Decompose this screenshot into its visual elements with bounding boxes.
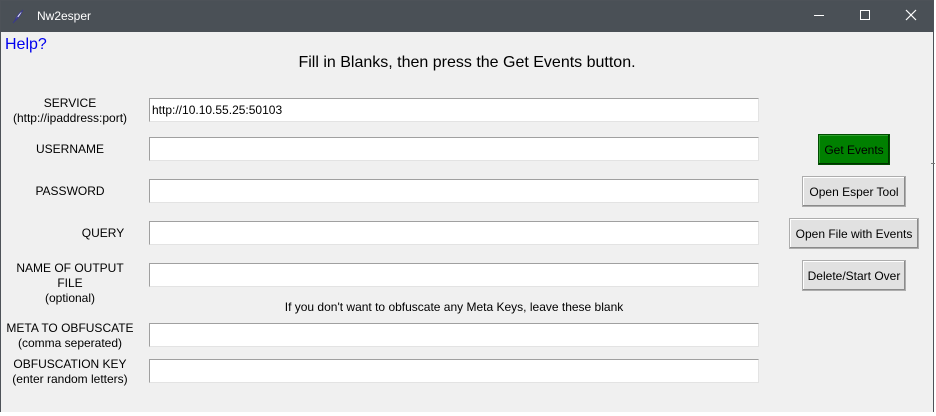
username-field[interactable] (149, 137, 759, 161)
feather-icon (10, 8, 26, 24)
obfuscation-key-label-line2: (enter random letters) (12, 372, 128, 386)
obfuscation-key-label: OBFUSCATION KEY (enter random letters) (5, 357, 135, 387)
background-strip (0, 412, 936, 416)
service-field[interactable] (149, 98, 759, 122)
meta-obfuscate-label: META TO OBFUSCATE (comma seperated) (5, 321, 135, 351)
main-form: Help? Fill in Blanks, then press the Get… (1, 32, 933, 413)
title-bar[interactable]: Nw2esper (1, 1, 933, 32)
password-label: PASSWORD (5, 184, 135, 199)
output-file-label: NAME OF OUTPUT FILE (optional) (5, 261, 135, 306)
username-label-line1: USERNAME (35, 142, 104, 156)
username-label: USERNAME (5, 142, 135, 157)
obfuscation-key-label-line1: OBFUSCATION KEY (13, 357, 127, 371)
meta-obfuscate-label-line2: (comma seperated) (17, 336, 123, 350)
meta-obfuscate-label-line1: META TO OBFUSCATE (6, 321, 134, 335)
maximize-button[interactable] (842, 1, 888, 32)
output-file-field[interactable] (149, 263, 759, 287)
delete-start-over-button[interactable]: Delete/Start Over (802, 260, 906, 291)
divider (931, 163, 935, 164)
open-esper-tool-button[interactable]: Open Esper Tool (802, 176, 906, 207)
output-file-label-line1: NAME OF OUTPUT FILE (16, 261, 124, 290)
open-file-button[interactable]: Open File with Events (789, 218, 919, 249)
app-window: Nw2esper Help? Fill in Blanks, then pres… (0, 0, 934, 413)
page-title: Fill in Blanks, then press the Get Event… (298, 54, 636, 71)
query-field[interactable] (149, 221, 759, 245)
meta-obfuscate-field[interactable] (149, 323, 759, 347)
service-label-line1: SERVICE (43, 96, 97, 110)
window-title: Nw2esper (37, 9, 92, 23)
service-label-line2: (http://ipaddress:port) (12, 111, 128, 125)
close-button[interactable] (888, 1, 934, 32)
minimize-button[interactable] (796, 1, 842, 32)
obfuscate-note: If you don't want to obfuscate any Meta … (284, 300, 624, 314)
password-field[interactable] (149, 179, 759, 203)
get-events-button[interactable]: Get Events (818, 134, 890, 165)
minimize-icon (813, 9, 825, 24)
help-link[interactable]: Help? (5, 36, 47, 54)
password-label-line1: PASSWORD (35, 184, 105, 198)
obfuscation-key-field[interactable] (149, 359, 759, 383)
service-label: SERVICE (http://ipaddress:port) (5, 96, 135, 126)
output-file-label-line2: (optional) (44, 291, 96, 305)
close-icon (905, 9, 917, 24)
maximize-icon (859, 9, 871, 24)
